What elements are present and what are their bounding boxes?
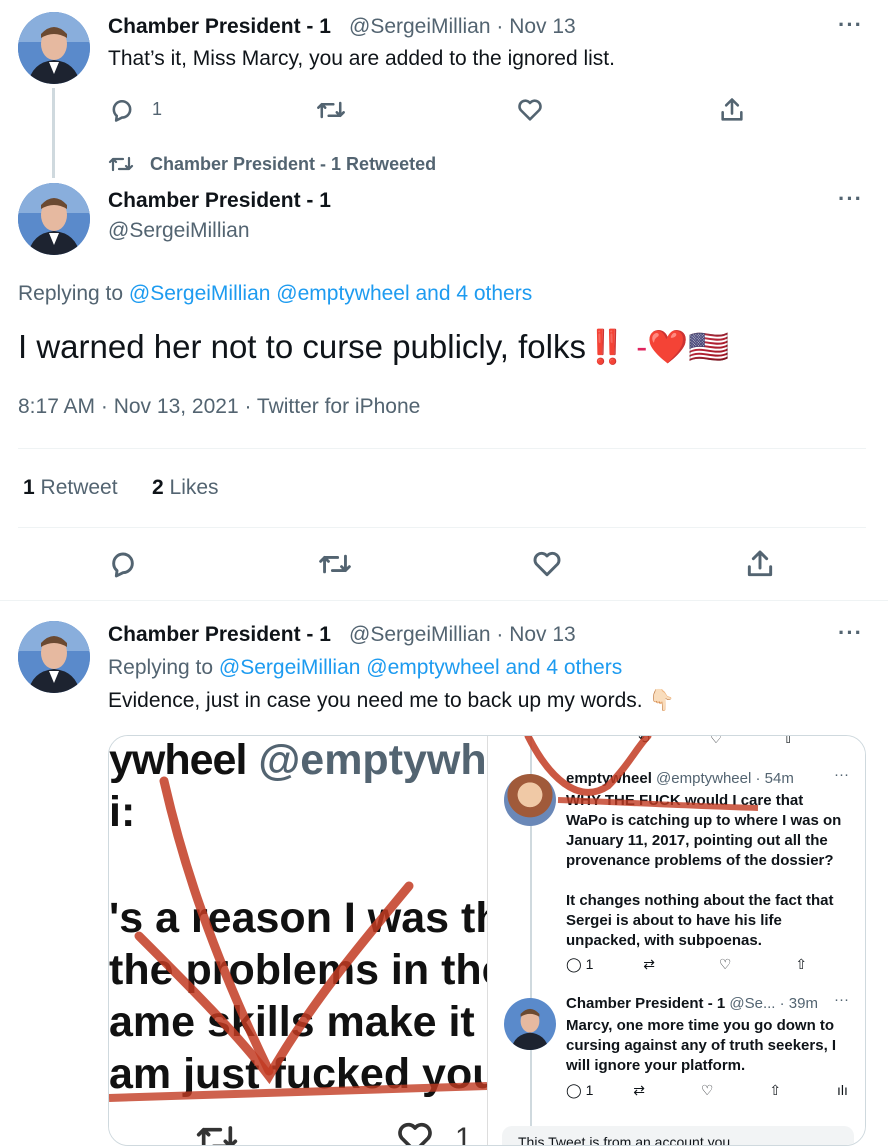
media-t2-line2: cursing against any of truth seekers, I <box>566 1037 837 1054</box>
media-t1-line5: It changes nothing about the fact that <box>566 892 834 909</box>
media-t2-retweet-icon: ⇄ <box>633 1082 645 1098</box>
thread-line <box>52 88 55 178</box>
pointing-down-emoji: 👇🏻 <box>648 689 675 712</box>
like-count: 2 <box>152 476 164 499</box>
retweet-icon[interactable] <box>316 96 346 129</box>
retweet-icon[interactable] <box>318 548 352 585</box>
media-t2-analytics-icon: ılı <box>836 1082 848 1098</box>
media-t2-like-icon: ♡ <box>700 1082 714 1098</box>
main-tweet-body: I warned her not to curse publicly, folk… <box>18 328 586 365</box>
handle-date[interactable]: @SergeiMillian · Nov 13 <box>349 15 576 39</box>
media-t2-meta: @Se... · 39m <box>729 995 818 1012</box>
retweet-banner-icon <box>108 152 134 181</box>
media-t1-retweet-icon: ⇄ <box>643 956 655 972</box>
like-label: Likes <box>169 476 219 499</box>
media-avatar-chamber <box>504 998 556 1050</box>
more-icon[interactable]: ··· <box>838 12 863 38</box>
media-t1-like-icon: ♡ <box>718 956 732 972</box>
media-t1-line3: January 11, 2017, pointing out all the <box>566 832 828 849</box>
share-icon[interactable] <box>718 96 746 129</box>
media-t2-line1: Marcy, one more time you go down to <box>566 1017 835 1034</box>
replying-to-links[interactable]: @SergeiMillian @emptywheel and 4 others <box>219 656 622 679</box>
media-t2-reply-count: 1 <box>585 1082 594 1098</box>
replying-prefix: Replying to <box>18 282 129 305</box>
reply-icon[interactable] <box>107 548 139 585</box>
main-tweet-emoji: ‼️ -❤️🇺🇸 <box>586 328 730 365</box>
author-name[interactable]: Chamber President - 1 <box>108 623 331 647</box>
divider <box>18 448 866 449</box>
media-right-panel: ⟲♡⇧ emptywheel @emptywheel · 54m ··· WHY… <box>487 736 865 1146</box>
reply-count: 1 <box>152 99 163 119</box>
divider <box>18 527 866 528</box>
media-t2-actions: ◯ 1 ⇄ ♡ ⇧ ılı <box>566 1082 848 1099</box>
reply-icon[interactable] <box>108 96 136 129</box>
more-icon[interactable]: ··· <box>838 186 863 212</box>
media-t2-reply-icon: ◯ <box>566 1082 582 1098</box>
tweet-media[interactable]: ywheel @emptywhe i: 's a reason I was th… <box>108 735 866 1146</box>
replying-to-links[interactable]: @SergeiMillian @emptywheel and 4 others <box>129 282 532 305</box>
divider <box>0 600 888 601</box>
author-name[interactable]: Chamber President - 1 <box>108 189 331 213</box>
media-t1-line6: Sergei is about to have his life <box>566 912 782 929</box>
main-tweet-text: I warned her not to curse publicly, folk… <box>18 328 729 367</box>
avatar[interactable] <box>18 183 90 255</box>
retweet-stat[interactable]: 1 Retweet <box>23 476 118 500</box>
replying-prefix: Replying to <box>108 656 219 679</box>
media-t1-line7: unpacked, with subpoenas. <box>566 932 762 949</box>
replying-to: Replying to @SergeiMillian @emptywheel a… <box>108 656 622 680</box>
media-t2-name: Chamber President - 1 <box>566 995 726 1012</box>
share-icon[interactable] <box>744 548 776 585</box>
author-name[interactable]: Chamber President - 1 <box>108 15 331 39</box>
media-t2-header: Chamber President - 1 @Se... · 39m <box>566 995 818 1012</box>
like-stat[interactable]: 2 Likes <box>152 476 219 500</box>
media-t1-actions: ◯ 1 ⇄ ♡ ⇧ <box>566 956 807 973</box>
like-icon[interactable] <box>531 548 563 585</box>
media-red-swipe <box>524 736 759 811</box>
retweet-banner[interactable]: Chamber President - 1 Retweeted <box>150 154 436 175</box>
handle-date[interactable]: @SergeiMillian · Nov 13 <box>349 623 576 647</box>
red-arrow-scribble <box>109 776 487 1102</box>
media-t1-reply-icon: ◯ <box>566 956 582 972</box>
media-t2-more: ··· <box>834 991 849 1008</box>
media-footer-box: This Tweet is from an account you <box>502 1126 854 1146</box>
media-t1-reply-count: 1 <box>585 956 594 972</box>
media-left-panel: ywheel @emptywhe i: 's a reason I was th… <box>109 736 487 1145</box>
avatar[interactable] <box>18 621 90 693</box>
media-t2-line3: will ignore your platform. <box>566 1057 746 1074</box>
media-footer-text: This Tweet is from an account you <box>518 1134 731 1146</box>
media-t1-line4: provenance problems of the dossier? <box>566 852 834 869</box>
author-handle[interactable]: @SergeiMillian <box>108 219 250 243</box>
retweet-label: Retweet <box>40 476 118 499</box>
avatar[interactable] <box>18 12 90 84</box>
more-icon[interactable]: ··· <box>838 620 863 646</box>
replying-to: Replying to @SergeiMillian @emptywheel a… <box>18 282 532 306</box>
media-t2-share-icon: ⇧ <box>769 1082 782 1098</box>
tweet-text: That’s it, Miss Marcy, you are added to … <box>108 47 615 70</box>
retweet-count: 1 <box>23 476 35 499</box>
media-t1-share-icon: ⇧ <box>795 956 808 972</box>
like-icon[interactable] <box>516 96 544 129</box>
tweet-meta[interactable]: 8:17 AM · Nov 13, 2021 · Twitter for iPh… <box>18 395 420 419</box>
media-t2-body: Marcy, one more time you go down to curs… <box>566 1016 836 1076</box>
tweet-body: Evidence, just in case you need me to ba… <box>108 689 643 712</box>
tweet-text: Evidence, just in case you need me to ba… <box>108 689 675 713</box>
